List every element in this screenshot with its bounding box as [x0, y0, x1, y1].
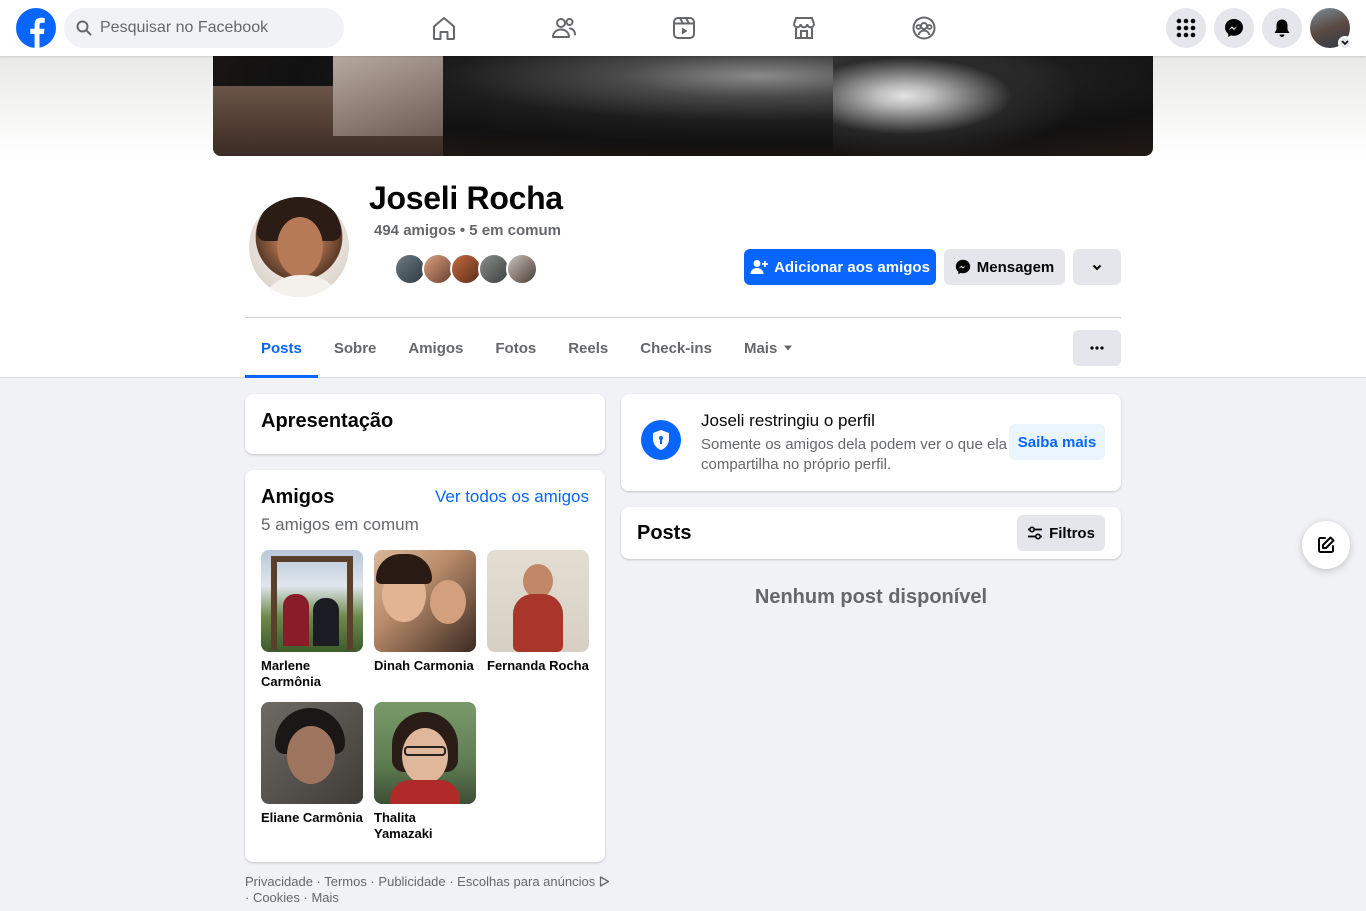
friend-photo[interactable]	[261, 550, 363, 652]
ad-choices-icon	[599, 876, 610, 887]
account-controls	[1166, 8, 1352, 50]
friend-photo[interactable]	[374, 702, 476, 804]
messenger-icon	[1224, 18, 1244, 38]
friend-photo[interactable]	[261, 702, 363, 804]
shield-icon	[641, 420, 681, 460]
friend-name[interactable]: Eliane Carmônia	[261, 810, 363, 826]
account-avatar[interactable]	[1310, 8, 1352, 50]
profile-tabs: Posts Sobre Amigos Fotos Reels Check-ins…	[245, 318, 809, 378]
more-options-button[interactable]	[1073, 249, 1121, 285]
empty-posts-message: Nenhum post disponível	[754, 586, 988, 608]
friends-card: Amigos Ver todos os amigos 5 amigos em c…	[245, 470, 605, 862]
posts-card: Posts Filtros	[621, 507, 1121, 559]
message-label: Mensagem	[976, 258, 1055, 276]
tab-checkins[interactable]: Check-ins	[624, 318, 728, 378]
friend-item[interactable]: Fernanda Rocha	[487, 550, 589, 702]
menu-icon	[1176, 18, 1196, 38]
notifications-icon	[1272, 18, 1292, 38]
posts-title: Posts	[637, 522, 692, 544]
mutual-friends-text: 5 amigos em comum	[261, 515, 419, 534]
tab-friends[interactable]: Amigos	[392, 318, 479, 378]
chevron-down-icon	[1092, 264, 1102, 271]
friend-name[interactable]: Fernanda Rocha	[487, 658, 589, 674]
friends-icon	[551, 15, 577, 41]
cover-photo[interactable]	[213, 56, 1153, 156]
friends-count[interactable]: 494 amigos • 5 em comum	[374, 222, 561, 239]
friend-name[interactable]: Dinah Carmonia	[374, 658, 476, 674]
tab-posts[interactable]: Posts	[245, 318, 318, 378]
main-nav	[384, 0, 984, 56]
see-all-friends-link[interactable]: Ver todos os amigos	[435, 487, 589, 507]
friends-grid: Marlene Carmônia Dinah Carmonia Fernanda…	[261, 550, 589, 854]
search-box[interactable]	[64, 8, 344, 48]
messenger-icon	[955, 259, 971, 275]
groups-icon	[911, 15, 937, 41]
filter-sliders-icon	[1027, 526, 1043, 540]
nav-video[interactable]	[624, 0, 744, 56]
tab-reels[interactable]: Reels	[552, 318, 624, 378]
footer-links: Privacidade · Termos · Publicidade · Esc…	[245, 874, 615, 906]
friend-name[interactable]: Thalita Yamazaki	[374, 810, 476, 842]
profile-name: Joseli Rocha	[369, 180, 563, 216]
edit-icon	[1316, 535, 1336, 555]
add-friend-icon	[750, 259, 769, 275]
filters-label: Filtros	[1049, 524, 1095, 542]
friend-photo[interactable]	[487, 550, 589, 652]
nav-groups[interactable]	[864, 0, 984, 56]
more-horizontal-icon	[1090, 346, 1104, 350]
footer-line-2[interactable]: · Cookies · Mais	[245, 890, 615, 906]
restricted-title: Joseli restringiu o perfil	[701, 411, 875, 430]
top-navigation-bar	[0, 0, 1366, 56]
filters-button[interactable]: Filtros	[1017, 515, 1105, 551]
message-button[interactable]: Mensagem	[944, 249, 1065, 285]
friend-item[interactable]: Eliane Carmônia	[261, 702, 363, 854]
friend-name[interactable]: Marlene Carmônia	[261, 658, 363, 690]
new-message-button[interactable]	[1302, 521, 1350, 569]
caret-down-icon	[783, 345, 793, 351]
mutual-friends-avatars[interactable]	[394, 253, 538, 285]
friend-item[interactable]: Thalita Yamazaki	[374, 702, 476, 854]
friend-photo[interactable]	[374, 550, 476, 652]
notifications-button[interactable]	[1262, 8, 1302, 48]
tab-more[interactable]: Mais	[728, 318, 809, 378]
footer-line-1[interactable]: Privacidade · Termos · Publicidade · Esc…	[245, 874, 615, 890]
nav-home[interactable]	[384, 0, 504, 56]
friend-item[interactable]: Marlene Carmônia	[261, 550, 363, 702]
friend-item[interactable]: Dinah Carmonia	[374, 550, 476, 702]
add-friend-button[interactable]: Adicionar aos amigos	[744, 249, 936, 285]
learn-more-button[interactable]: Saiba mais	[1009, 424, 1105, 460]
add-friend-label: Adicionar aos amigos	[774, 258, 930, 276]
profile-menu-button[interactable]	[1073, 330, 1121, 366]
search-input[interactable]	[100, 19, 330, 37]
restricted-profile-card: Joseli restringiu o perfil Somente os am…	[621, 394, 1121, 491]
messenger-button[interactable]	[1214, 8, 1254, 48]
avatar[interactable]	[506, 253, 538, 285]
nav-friends[interactable]	[504, 0, 624, 56]
tab-about[interactable]: Sobre	[318, 318, 393, 378]
video-icon	[671, 15, 697, 41]
menu-button[interactable]	[1166, 8, 1206, 48]
chevron-down-icon	[1338, 36, 1352, 50]
search-icon	[76, 20, 92, 36]
tab-photos[interactable]: Fotos	[479, 318, 552, 378]
intro-card: Apresentação	[245, 394, 605, 454]
nav-marketplace[interactable]	[744, 0, 864, 56]
profile-picture[interactable]	[245, 193, 353, 301]
facebook-logo-icon[interactable]	[16, 8, 56, 48]
intro-title: Apresentação	[261, 410, 394, 432]
home-icon	[431, 15, 457, 41]
restricted-text: Somente os amigos dela podem ver o que e…	[701, 436, 1008, 473]
marketplace-icon	[791, 15, 817, 41]
